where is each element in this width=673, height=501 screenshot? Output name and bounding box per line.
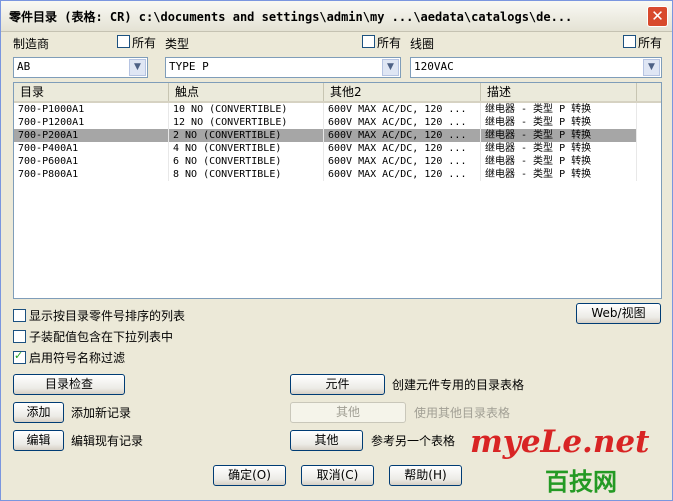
include-assembly-checkbox[interactable] [13, 330, 26, 343]
edit-button[interactable]: 编辑 [13, 430, 64, 451]
type-all-label: 所有 [377, 36, 402, 50]
table-cell: 600V MAX AC/DC, 120 ... [324, 142, 481, 155]
table-row[interactable]: 700-P200A1 2 NO (CONVERTIBLE) 600V MAX AC/… [14, 129, 637, 142]
include-assembly-label: 子装配值包含在下拉列表中 [29, 330, 174, 344]
table-cell: 继电器 - 类型 P 转换 [481, 168, 637, 181]
catalog-check-button[interactable]: 目录检查 [13, 374, 125, 395]
table-row[interactable]: 700-P400A1 4 NO (CONVERTIBLE) 600V MAX AC/… [14, 142, 637, 155]
table-row[interactable]: 700-P1000A1 10 NO (CONVERTIBLE) 600V MAX A… [14, 103, 637, 116]
table-row[interactable]: 700-P1200A1 12 NO (CONVERTIBLE) 600V MAX A… [14, 116, 637, 129]
table-cell: 700-P1200A1 [14, 116, 169, 129]
table-cell: 600V MAX AC/DC, 120 ... [324, 155, 481, 168]
table-row[interactable]: 700-P800A1 8 NO (CONVERTIBLE) 600V MAX AC/… [14, 168, 637, 181]
coil-all-label: 所有 [638, 36, 663, 50]
type-all-checkbox[interactable] [362, 35, 375, 48]
other-catalog-description: 使用其他目录表格 [414, 406, 511, 420]
table-cell: 继电器 - 类型 P 转换 [481, 142, 637, 155]
web-view-button[interactable]: Web/视图 [576, 303, 661, 324]
ok-button[interactable]: 确定(O) [213, 465, 286, 486]
column-header-catalog[interactable]: 目录 [14, 83, 169, 101]
manufacturer-all-checkbox[interactable] [117, 35, 130, 48]
edit-description: 编辑现有记录 [71, 434, 144, 448]
other-catalog-button[interactable]: 其他 [290, 402, 406, 423]
reference-other-description: 参考另一个表格 [371, 434, 456, 448]
catalog-table[interactable]: 目录 触点 其他2 描述 700-P1000A1 10 NO (CONVERTIB… [13, 82, 662, 299]
coil-value: 120VAC [414, 60, 454, 73]
table-cell: 10 NO (CONVERTIBLE) [169, 103, 324, 116]
table-row[interactable]: 700-P600A1 6 NO (CONVERTIBLE) 600V MAX AC/… [14, 155, 637, 168]
table-cell: 6 NO (CONVERTIBLE) [169, 155, 324, 168]
table-header: 目录 触点 其他2 描述 [14, 83, 661, 103]
watermark-subtext: 百技网 [545, 468, 617, 496]
table-cell: 600V MAX AC/DC, 120 ... [324, 129, 481, 142]
table-cell: 700-P1000A1 [14, 103, 169, 116]
coil-label: 线圈 [410, 37, 435, 51]
cancel-button[interactable]: 取消(C) [301, 465, 374, 486]
chevron-down-icon: ▼ [643, 59, 660, 76]
manufacturer-value: AB [17, 60, 31, 73]
reference-other-button[interactable]: 其他 [290, 430, 363, 451]
table-cell: 12 NO (CONVERTIBLE) [169, 116, 324, 129]
table-cell: 600V MAX AC/DC, 120 ... [324, 116, 481, 129]
column-header-contacts[interactable]: 触点 [169, 83, 324, 101]
table-cell: 继电器 - 类型 P 转换 [481, 103, 637, 116]
table-cell: 8 NO (CONVERTIBLE) [169, 168, 324, 181]
window-title: 零件目录 (表格: CR) c:\documents and settings\… [9, 10, 573, 24]
column-header-description[interactable]: 描述 [481, 83, 637, 101]
type-label: 类型 [165, 37, 190, 51]
chevron-down-icon: ▼ [129, 59, 146, 76]
coil-dropdown[interactable]: 120VAC ▼ [410, 57, 662, 78]
chevron-down-icon: ▼ [382, 59, 399, 76]
component-button[interactable]: 元件 [290, 374, 385, 395]
table-cell: 700-P600A1 [14, 155, 169, 168]
type-value: TYPE P [169, 60, 209, 73]
watermark-text: myeLe.net [470, 424, 650, 460]
close-button[interactable]: ✕ [647, 6, 668, 27]
table-cell: 700-P800A1 [14, 168, 169, 181]
add-description: 添加新记录 [71, 406, 132, 420]
table-cell: 继电器 - 类型 P 转换 [481, 129, 637, 142]
sort-list-checkbox[interactable] [13, 309, 26, 322]
component-description: 创建元件专用的目录表格 [392, 378, 525, 392]
symbol-filter-checkbox[interactable] [13, 349, 26, 364]
type-dropdown[interactable]: TYPE P ▼ [165, 57, 401, 78]
table-cell: 继电器 - 类型 P 转换 [481, 116, 637, 129]
title-bar: 零件目录 (表格: CR) c:\documents and settings\… [1, 1, 672, 32]
table-cell: 继电器 - 类型 P 转换 [481, 155, 637, 168]
column-header-other2[interactable]: 其他2 [324, 83, 481, 101]
manufacturer-dropdown[interactable]: AB ▼ [13, 57, 148, 78]
table-cell: 600V MAX AC/DC, 120 ... [324, 168, 481, 181]
symbol-filter-label: 启用符号名称过滤 [29, 351, 126, 365]
table-cell: 700-P400A1 [14, 142, 169, 155]
coil-all-checkbox[interactable] [623, 35, 636, 48]
table-cell: 4 NO (CONVERTIBLE) [169, 142, 324, 155]
table-cell: 2 NO (CONVERTIBLE) [169, 129, 324, 142]
manufacturer-label: 制造商 [13, 37, 50, 51]
add-button[interactable]: 添加 [13, 402, 64, 423]
sort-list-label: 显示按目录零件号排序的列表 [29, 309, 186, 323]
table-cell: 700-P200A1 [14, 129, 169, 142]
help-button[interactable]: 帮助(H) [389, 465, 462, 486]
table-cell: 600V MAX AC/DC, 120 ... [324, 103, 481, 116]
manufacturer-all-label: 所有 [132, 36, 157, 50]
